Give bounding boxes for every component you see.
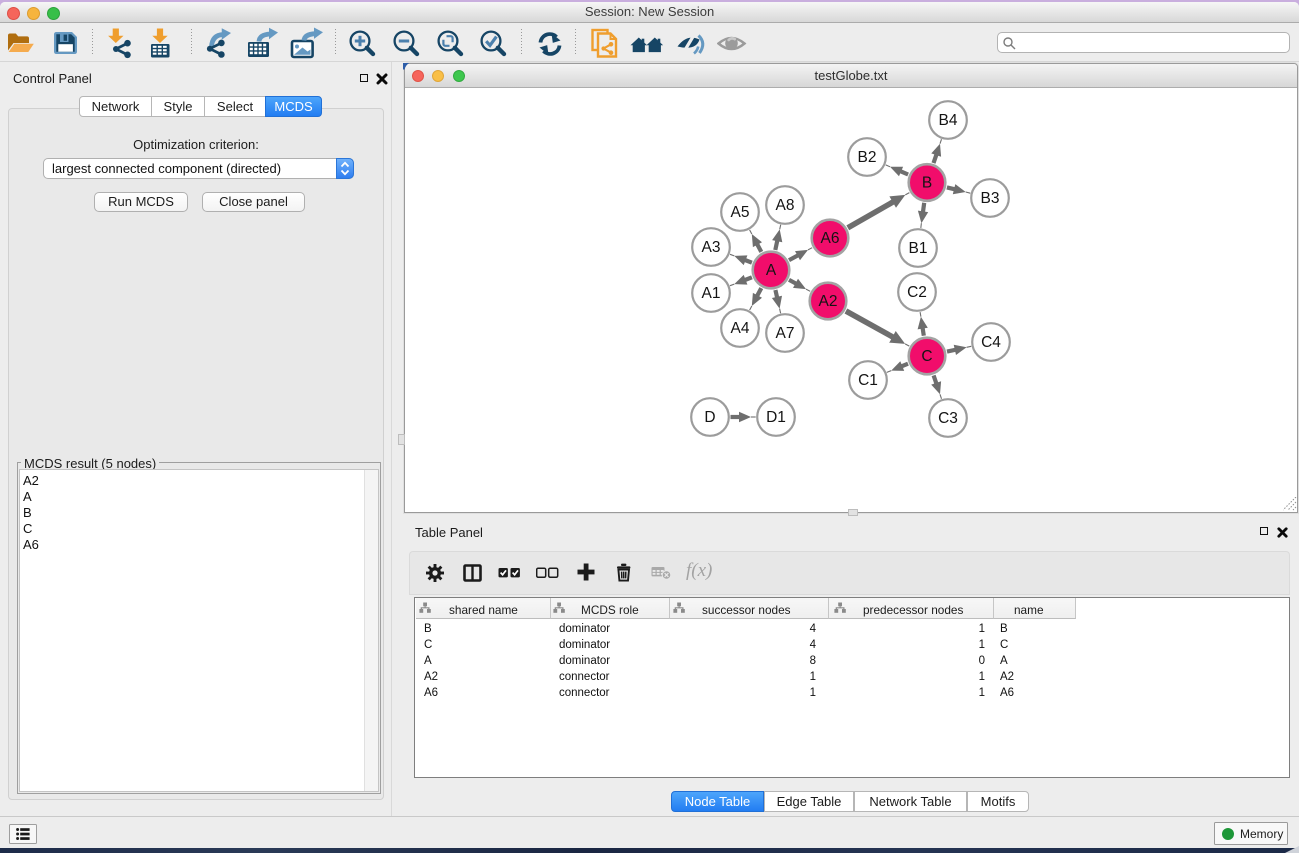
svg-text:A1: A1 <box>702 285 721 302</box>
svg-text:B3: B3 <box>981 190 1000 207</box>
svg-text:B: B <box>922 175 932 192</box>
svg-text:B2: B2 <box>858 149 877 166</box>
svg-text:A8: A8 <box>776 197 795 214</box>
svg-text:A3: A3 <box>702 239 721 256</box>
svg-text:A6: A6 <box>821 230 840 247</box>
svg-text:D1: D1 <box>766 409 786 426</box>
svg-text:B1: B1 <box>909 240 928 257</box>
svg-text:A: A <box>766 262 777 279</box>
svg-text:C1: C1 <box>858 372 878 389</box>
svg-text:C3: C3 <box>938 410 958 427</box>
svg-text:A2: A2 <box>819 293 838 310</box>
svg-text:C: C <box>921 348 932 365</box>
svg-text:C4: C4 <box>981 334 1001 351</box>
svg-text:A5: A5 <box>731 204 750 221</box>
svg-text:A7: A7 <box>776 325 795 342</box>
svg-text:A4: A4 <box>731 320 750 337</box>
svg-text:B4: B4 <box>939 112 958 129</box>
svg-text:C2: C2 <box>907 284 927 301</box>
svg-text:D: D <box>704 409 715 426</box>
